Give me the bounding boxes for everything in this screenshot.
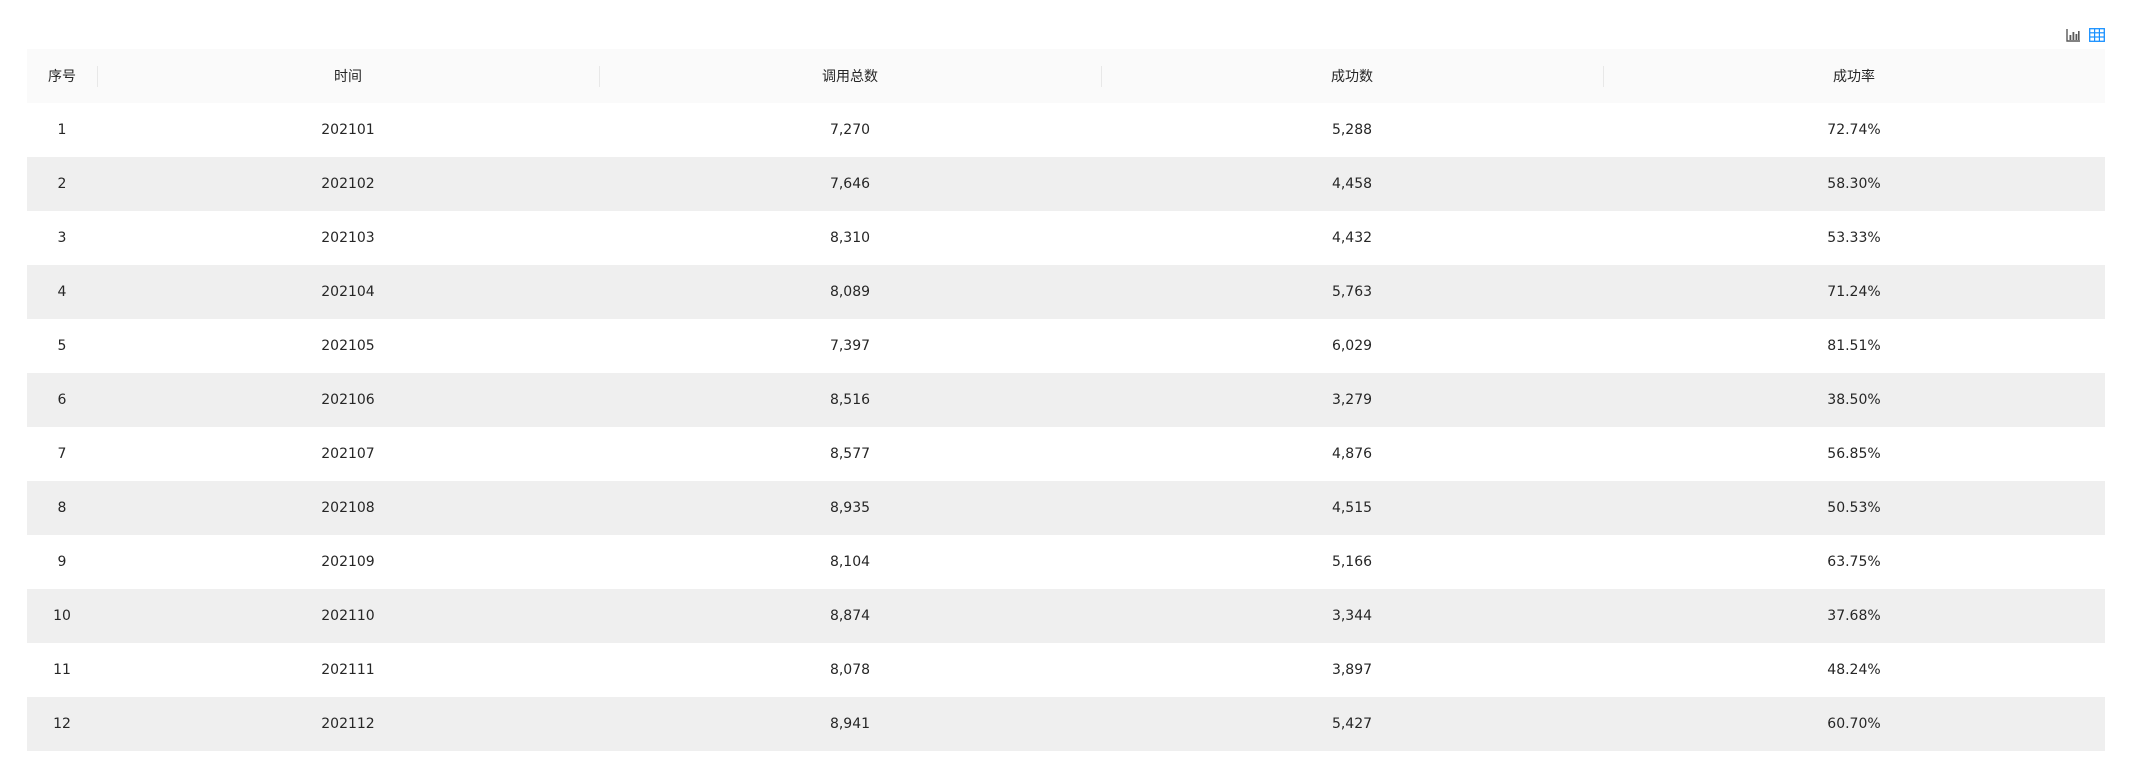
column-header-total-calls: 调用总数 <box>599 49 1101 103</box>
page: 序号 时间 调用总数 成功数 成功率 1 202101 7,270 5,288 72.7… <box>0 0 2139 778</box>
cell-index: 11 <box>27 643 97 697</box>
cell-index: 4 <box>27 265 97 319</box>
column-header-label: 调用总数 <box>822 69 878 85</box>
bar-chart-icon[interactable] <box>2064 26 2082 44</box>
cell-success-count: 4,458 <box>1101 157 1603 211</box>
cell-success-rate: 50.53% <box>1603 481 2105 535</box>
cell-total-calls: 8,874 <box>599 589 1101 643</box>
column-header-time: 时间 <box>97 49 599 103</box>
cell-index: 6 <box>27 373 97 427</box>
table-body: 1 202101 7,270 5,288 72.74% 2 202102 7,646 4,45… <box>27 103 2105 751</box>
table-row: 4 202104 8,089 5,763 71.24% <box>27 265 2105 319</box>
cell-success-count: 5,288 <box>1101 103 1603 157</box>
table-row: 1 202101 7,270 5,288 72.74% <box>27 103 2105 157</box>
cell-success-count: 5,427 <box>1101 697 1603 751</box>
cell-index: 12 <box>27 697 97 751</box>
cell-total-calls: 7,397 <box>599 319 1101 373</box>
cell-index: 10 <box>27 589 97 643</box>
cell-success-rate: 63.75% <box>1603 535 2105 589</box>
column-divider <box>599 66 600 87</box>
cell-time: 202112 <box>97 697 599 751</box>
cell-index: 2 <box>27 157 97 211</box>
cell-success-rate: 72.74% <box>1603 103 2105 157</box>
column-divider <box>1101 66 1102 87</box>
cell-index: 9 <box>27 535 97 589</box>
cell-time: 202111 <box>97 643 599 697</box>
cell-time: 202104 <box>97 265 599 319</box>
cell-success-count: 6,029 <box>1101 319 1603 373</box>
cell-success-count: 5,166 <box>1101 535 1603 589</box>
cell-time: 202105 <box>97 319 599 373</box>
cell-success-rate: 71.24% <box>1603 265 2105 319</box>
cell-index: 5 <box>27 319 97 373</box>
data-table: 序号 时间 调用总数 成功数 成功率 1 202101 7,270 5,288 72.7… <box>27 49 2105 751</box>
cell-time: 202107 <box>97 427 599 481</box>
data-table-container: 序号 时间 调用总数 成功数 成功率 1 202101 7,270 5,288 72.7… <box>27 49 2105 751</box>
column-divider <box>1603 66 1604 87</box>
cell-success-count: 3,897 <box>1101 643 1603 697</box>
cell-total-calls: 8,935 <box>599 481 1101 535</box>
table-row: 10 202110 8,874 3,344 37.68% <box>27 589 2105 643</box>
cell-total-calls: 8,941 <box>599 697 1101 751</box>
table-row: 12 202112 8,941 5,427 60.70% <box>27 697 2105 751</box>
cell-success-rate: 38.50% <box>1603 373 2105 427</box>
cell-time: 202108 <box>97 481 599 535</box>
cell-success-rate: 81.51% <box>1603 319 2105 373</box>
column-header-success-count: 成功数 <box>1101 49 1603 103</box>
table-row: 3 202103 8,310 4,432 53.33% <box>27 211 2105 265</box>
cell-success-count: 4,432 <box>1101 211 1603 265</box>
cell-success-rate: 48.24% <box>1603 643 2105 697</box>
cell-success-rate: 60.70% <box>1603 697 2105 751</box>
cell-time: 202106 <box>97 373 599 427</box>
cell-index: 1 <box>27 103 97 157</box>
cell-success-rate: 53.33% <box>1603 211 2105 265</box>
cell-time: 202109 <box>97 535 599 589</box>
cell-success-count: 4,515 <box>1101 481 1603 535</box>
column-header-label: 成功率 <box>1833 69 1875 85</box>
cell-total-calls: 8,310 <box>599 211 1101 265</box>
cell-total-calls: 8,104 <box>599 535 1101 589</box>
cell-success-count: 3,279 <box>1101 373 1603 427</box>
column-header-label: 时间 <box>334 69 362 85</box>
table-row: 9 202109 8,104 5,166 63.75% <box>27 535 2105 589</box>
cell-index: 7 <box>27 427 97 481</box>
cell-total-calls: 7,646 <box>599 157 1101 211</box>
table-row: 11 202111 8,078 3,897 48.24% <box>27 643 2105 697</box>
column-header-label: 成功数 <box>1331 69 1373 85</box>
cell-time: 202110 <box>97 589 599 643</box>
table-row: 8 202108 8,935 4,515 50.53% <box>27 481 2105 535</box>
cell-index: 8 <box>27 481 97 535</box>
column-divider <box>97 66 98 87</box>
cell-success-rate: 37.68% <box>1603 589 2105 643</box>
cell-total-calls: 8,078 <box>599 643 1101 697</box>
table-row: 7 202107 8,577 4,876 56.85% <box>27 427 2105 481</box>
cell-success-count: 4,876 <box>1101 427 1603 481</box>
cell-success-count: 3,344 <box>1101 589 1603 643</box>
column-header-label: 序号 <box>48 69 76 85</box>
table-header: 序号 时间 调用总数 成功数 成功率 <box>27 49 2105 103</box>
table-row: 2 202102 7,646 4,458 58.30% <box>27 157 2105 211</box>
cell-success-count: 5,763 <box>1101 265 1603 319</box>
table-icon[interactable] <box>2088 26 2106 44</box>
cell-success-rate: 58.30% <box>1603 157 2105 211</box>
table-row: 5 202105 7,397 6,029 81.51% <box>27 319 2105 373</box>
cell-total-calls: 8,577 <box>599 427 1101 481</box>
view-toggle <box>2064 26 2106 44</box>
cell-time: 202103 <box>97 211 599 265</box>
cell-total-calls: 8,516 <box>599 373 1101 427</box>
cell-success-rate: 56.85% <box>1603 427 2105 481</box>
column-header-index: 序号 <box>27 49 97 103</box>
table-row: 6 202106 8,516 3,279 38.50% <box>27 373 2105 427</box>
cell-total-calls: 7,270 <box>599 103 1101 157</box>
cell-index: 3 <box>27 211 97 265</box>
cell-time: 202101 <box>97 103 599 157</box>
cell-total-calls: 8,089 <box>599 265 1101 319</box>
cell-time: 202102 <box>97 157 599 211</box>
column-header-success-rate: 成功率 <box>1603 49 2105 103</box>
